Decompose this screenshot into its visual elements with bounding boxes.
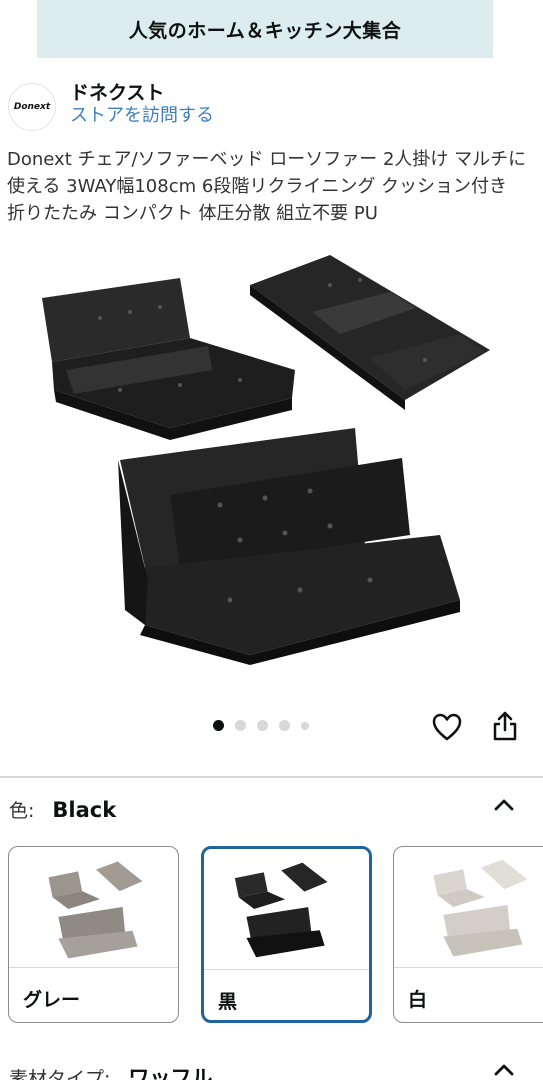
color-option-gray-image	[48, 861, 143, 959]
store-logo[interactable]: Donext	[8, 83, 56, 131]
store-name: ドネクスト	[70, 82, 165, 104]
material-selector-header[interactable]: 素材タイプ: ワッフル	[9, 1062, 212, 1080]
product-title: Donext チェア/ソファーベッド ローソファー 2人掛け マルチに使える 3…	[7, 149, 527, 224]
visit-store-link[interactable]: ストアを訪問する	[70, 104, 214, 128]
carousel-dot[interactable]	[279, 720, 290, 731]
color-option-black[interactable]: 黒	[201, 846, 372, 1023]
store-logo-text: Donext	[13, 102, 51, 112]
color-option-white[interactable]: 白	[393, 846, 543, 1023]
carousel-dot[interactable]	[235, 720, 246, 731]
chevron-up-icon[interactable]	[492, 793, 516, 817]
carousel-dot[interactable]	[257, 720, 268, 731]
store-header: Donext ドネクスト ストアを訪問する	[8, 82, 214, 131]
color-option-black-image	[234, 862, 328, 958]
sofa-illustration-folded	[42, 278, 295, 440]
product-image[interactable]	[30, 250, 510, 690]
section-divider	[0, 776, 543, 778]
color-option-label: 黒	[218, 991, 238, 1013]
color-selector-header[interactable]: 色: Black	[9, 796, 534, 823]
color-label: 色:	[9, 800, 35, 822]
promo-banner-text: 人気のホーム＆キッチン大集合	[128, 19, 402, 42]
color-option-label: 白	[408, 989, 428, 1011]
heart-icon[interactable]	[430, 710, 464, 744]
carousel-dot[interactable]	[213, 720, 224, 731]
sofa-illustration-main	[118, 428, 460, 665]
color-option-white-image	[433, 859, 528, 957]
material-label: 素材タイプ:	[9, 1067, 111, 1080]
carousel-indicator	[213, 720, 309, 731]
color-option-label: グレー	[23, 989, 81, 1011]
carousel-dot[interactable]	[301, 721, 309, 730]
promo-banner[interactable]: 人気のホーム＆キッチン大集合	[37, 0, 493, 58]
selected-material-value: ワッフル	[128, 1066, 213, 1080]
selected-color-value: Black	[52, 797, 117, 822]
color-option-gray[interactable]: グレー	[8, 846, 179, 1023]
chevron-up-icon[interactable]	[492, 1058, 516, 1080]
share-icon[interactable]	[488, 709, 522, 743]
